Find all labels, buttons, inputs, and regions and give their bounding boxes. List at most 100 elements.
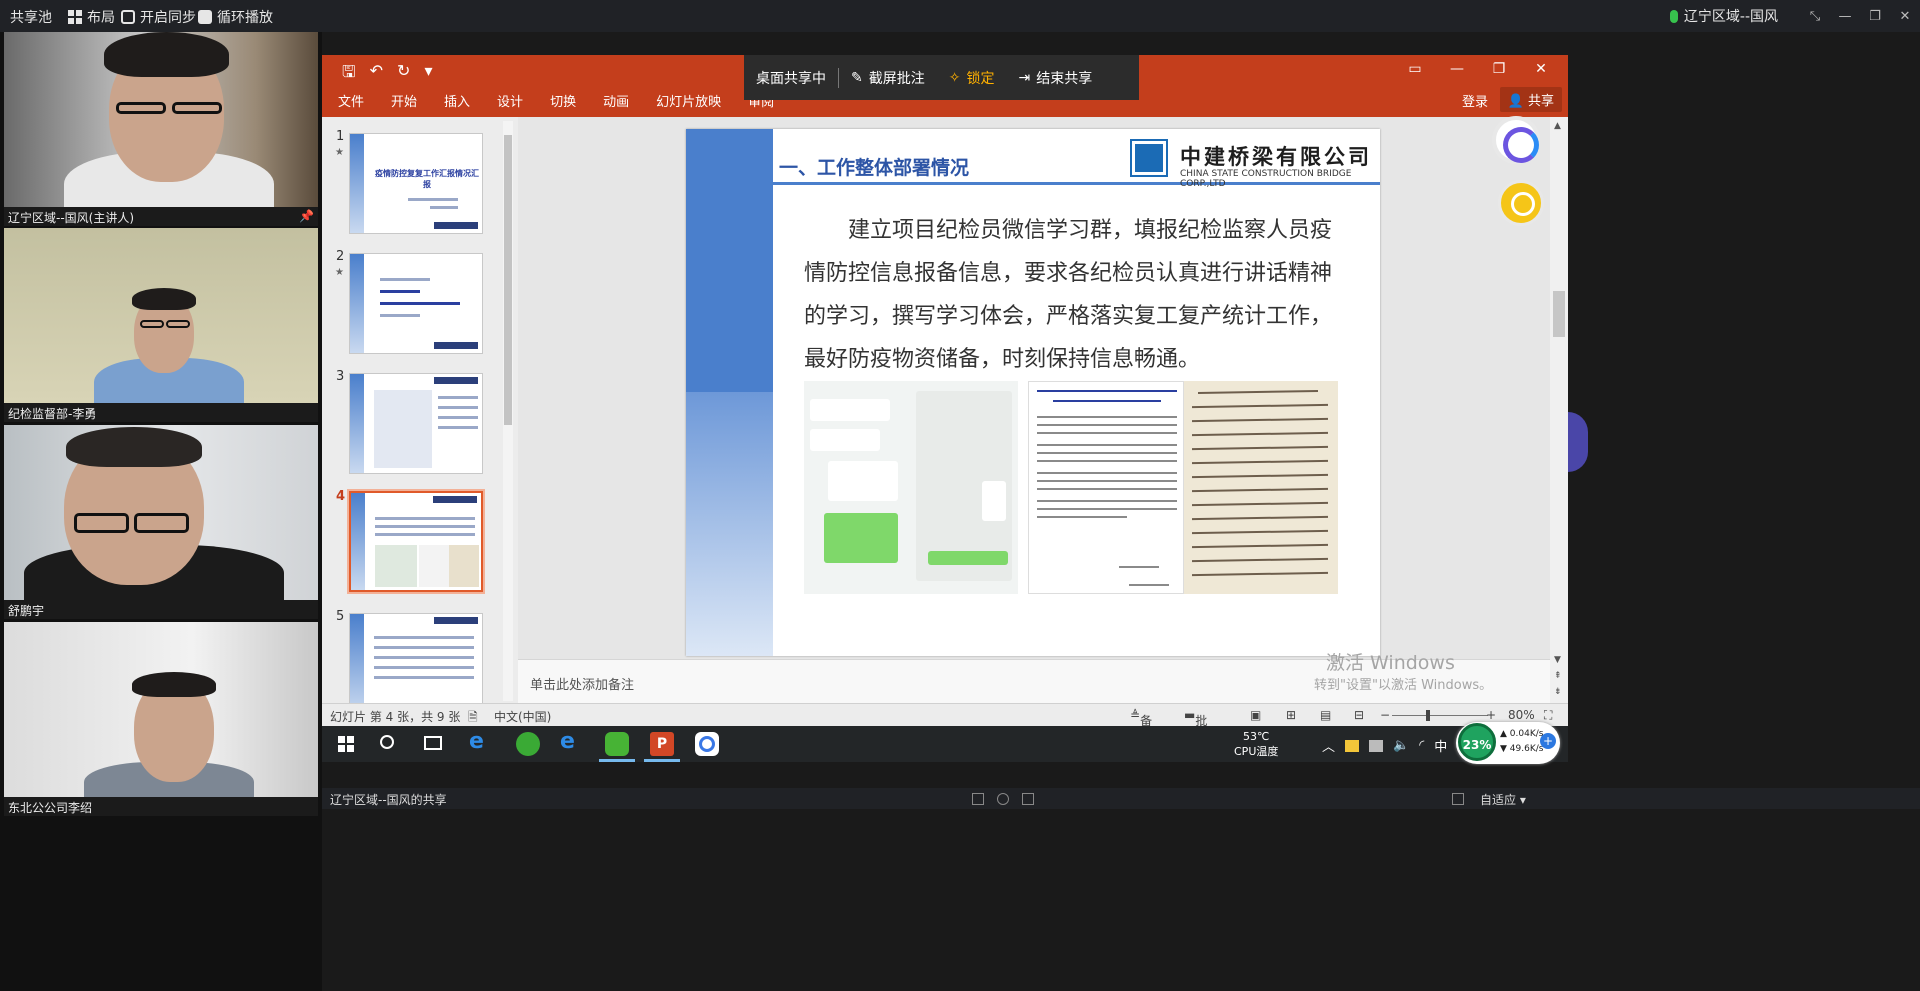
desktop-share-bar: 桌面共享中 ✎ 截屏批注 ✧ 锁定 ⇥ 结束共享 [744, 55, 1139, 100]
slide-thumbnail-3[interactable] [349, 373, 483, 474]
zoom-level[interactable]: 80% [1508, 708, 1535, 722]
restore-icon[interactable]: ❐ [1478, 61, 1520, 77]
tray-app-icon[interactable] [1345, 739, 1360, 752]
redo-icon[interactable]: ↻ [397, 61, 410, 88]
undo-icon[interactable]: ↶ [370, 61, 383, 88]
thumb-title: 疫情防控复复工作汇报情况汇 报 [375, 169, 479, 189]
add-icon[interactable]: + [1540, 733, 1556, 749]
close-icon[interactable]: ✕ [1890, 9, 1920, 24]
sync-button[interactable]: 开启同步 [121, 7, 196, 27]
thumbnails-scrollbar[interactable] [503, 121, 513, 701]
network-speed-widget[interactable]: 23% ▲ 0.04K/s ▼ 49.6K/s + [1456, 722, 1560, 764]
normal-view-icon[interactable]: ▣ [1250, 708, 1261, 722]
tab-insert[interactable]: 插入 [444, 91, 470, 110]
slide-canvas[interactable]: 一、工作整体部署情况 中建桥梁有限公司 CHINA STATE CONSTRUC… [686, 129, 1380, 656]
annotate-button[interactable]: ✎ 截屏批注 [839, 68, 937, 88]
fit-dropdown[interactable]: 自适应 ▾ [1480, 791, 1526, 808]
upload-speed: ▲ 0.04K/s [1500, 729, 1544, 739]
activation-watermark-title: 激活 Windows [1326, 652, 1455, 674]
cpu-temp-label: CPU温度 [1234, 745, 1279, 758]
pen-icon[interactable] [997, 793, 1009, 805]
thumb-number: 2 [336, 249, 345, 264]
prev-slide-icon[interactable]: ⇞ [1554, 671, 1562, 681]
save-icon[interactable] [972, 793, 984, 805]
right-background [1568, 32, 1920, 788]
reading-view-icon[interactable]: ▤ [1320, 708, 1331, 722]
zoom-slider[interactable] [1392, 715, 1488, 716]
wechat-icon[interactable] [605, 732, 629, 756]
scroll-up-icon[interactable]: ▲ [1554, 121, 1561, 131]
collapse-icon[interactable]: ⤡ [1800, 9, 1830, 24]
slideshow-view-icon[interactable]: ⊟ [1354, 708, 1364, 722]
slide-thumbnail-4[interactable] [347, 489, 485, 594]
minimize-icon[interactable]: — [1436, 61, 1478, 77]
ribbon-display-icon[interactable]: ▭ [1394, 61, 1436, 77]
fit-slide-icon[interactable]: ⛶ [1544, 708, 1552, 723]
language-indicator[interactable]: 中文(中国) [494, 708, 551, 725]
tab-animations[interactable]: 动画 [603, 91, 629, 110]
tab-home[interactable]: 开始 [391, 91, 417, 110]
scroll-down-icon[interactable]: ▼ [1554, 655, 1561, 665]
notes-placeholder[interactable]: 单击此处添加备注 [530, 674, 634, 693]
comments-button[interactable]: ▬ 批注 [1184, 708, 1207, 745]
lock-button[interactable]: ✧ 锁定 [937, 68, 1007, 88]
share-status: 桌面共享中 [756, 70, 826, 87]
tab-design[interactable]: 设计 [497, 91, 523, 110]
restore-icon[interactable]: ❐ [1860, 9, 1890, 24]
zoom-slider-thumb[interactable] [1426, 710, 1430, 721]
slide-thumbnail-2[interactable] [349, 253, 483, 354]
task-view-icon[interactable] [424, 736, 442, 750]
start-icon[interactable] [338, 736, 354, 752]
notes-button[interactable]: ≜ 备注 [1130, 708, 1152, 745]
app-name: 共享池 [10, 10, 52, 26]
participant-name: 辽宁区域--国风(主讲人) [8, 211, 135, 225]
ie-browser-icon[interactable]: e [469, 729, 493, 754]
video-tile-3[interactable]: 舒鹏宇 [4, 425, 318, 619]
login-link[interactable]: 登录 [1462, 91, 1488, 110]
search-icon[interactable] [380, 735, 394, 749]
loop-button[interactable]: 循环播放 [198, 7, 273, 27]
share-button[interactable]: 👤 共享 [1499, 87, 1562, 112]
lock-label: 锁定 [966, 70, 995, 87]
slide-body-text: 建立项目纪检员微信学习群，填报纪检监察人员疫情防控信息报备信息，要求各纪检员认真… [804, 218, 1333, 372]
video-tile-2[interactable]: 纪检监督部-李勇 [4, 228, 318, 422]
zoom-in-icon[interactable]: + [1486, 708, 1496, 722]
clock-float-icon[interactable] [1498, 180, 1544, 226]
battery-icon[interactable] [1369, 739, 1384, 752]
slide-thumbnail-1[interactable]: 疫情防控复复工作汇报情况汇 报 [349, 133, 483, 234]
windows-taskbar: e e P 53℃ CPU温度 ︿ 🔈 ◜ 中 [322, 726, 1568, 762]
next-slide-icon[interactable]: ⇟ [1554, 687, 1562, 697]
powerpoint-icon[interactable]: P [650, 732, 674, 756]
video-tile-4[interactable]: 东北公公司李绍 [4, 622, 318, 816]
volume-icon[interactable]: 🔈 [1393, 738, 1409, 753]
eraser-icon[interactable] [1022, 793, 1034, 805]
ie-icon[interactable]: e [560, 729, 584, 754]
fullscreen-icon[interactable] [1452, 793, 1464, 805]
video-tile-1[interactable]: 辽宁区域--国风(主讲人) 📌 [4, 32, 318, 226]
notes-pane[interactable]: 单击此处添加备注 激活 Windows 转到"设置"以激活 Windows。 [518, 652, 1550, 703]
save-icon[interactable]: 🖫 [342, 61, 356, 88]
tray-expand-icon[interactable]: ︿ [1322, 736, 1335, 755]
browser-ball-icon[interactable] [516, 732, 540, 756]
dingtalk-float-icon[interactable] [1492, 116, 1540, 164]
pin-icon: ✧ [948, 69, 961, 86]
tab-file[interactable]: 文件 [338, 91, 364, 110]
layout-button[interactable]: 布局 [68, 7, 115, 27]
participant-name: 东北公公司李绍 [8, 801, 93, 815]
pin-icon[interactable]: 📌 [299, 209, 314, 224]
wifi-icon[interactable]: ◜ [1419, 738, 1424, 753]
ime-indicator[interactable]: 中 [1434, 736, 1447, 755]
video-feed [4, 228, 318, 403]
tab-transitions[interactable]: 切换 [550, 91, 576, 110]
close-icon[interactable]: ✕ [1520, 61, 1562, 77]
minimize-icon[interactable]: — [1830, 9, 1860, 24]
slide-thumbnail-5[interactable] [349, 613, 483, 714]
customize-icon[interactable]: ▾ [424, 61, 432, 88]
dingtalk-icon[interactable] [695, 732, 719, 756]
end-share-button[interactable]: ⇥ 结束共享 [1006, 68, 1104, 88]
tab-slideshow[interactable]: 幻灯片放映 [656, 91, 721, 110]
zoom-out-icon[interactable]: − [1380, 708, 1390, 722]
slide-scrollbar[interactable]: ▲ ▼ ⇞ ⇟ [1550, 117, 1568, 703]
animation-star-icon: ★ [335, 267, 344, 278]
slide-sorter-icon[interactable]: ⊞ [1286, 708, 1296, 722]
